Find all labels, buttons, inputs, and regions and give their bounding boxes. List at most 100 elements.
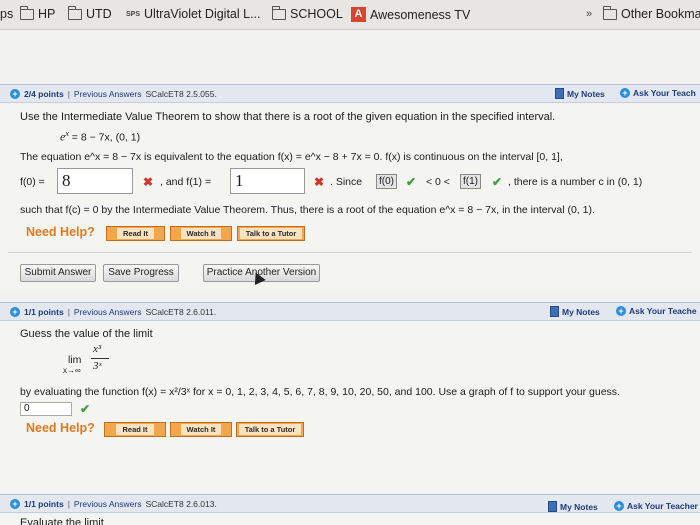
plus-icon: + xyxy=(620,88,630,98)
question-header: + 2/4 points | Previous Answers SCalcET8… xyxy=(0,84,700,103)
previous-answers-link[interactable]: Previous Answers xyxy=(74,89,142,99)
read-it-button[interactable]: Read It xyxy=(104,422,166,437)
need-help-label: Need Help? xyxy=(26,421,95,435)
watch-it-button[interactable]: Watch It xyxy=(170,422,232,437)
bookmark-ps[interactable]: ps xyxy=(0,7,13,21)
conclusion-line: such that f(c) = 0 by the Intermediate V… xyxy=(20,204,595,216)
f0-select[interactable]: f(0) xyxy=(376,174,397,189)
bookmark-hp[interactable]: HP xyxy=(20,5,56,21)
f1-select[interactable]: f(1) xyxy=(460,174,481,189)
previous-answers-link[interactable]: Previous Answers xyxy=(74,307,142,317)
separator: | xyxy=(67,307,70,317)
my-notes-button[interactable]: My Notes xyxy=(555,88,605,99)
bookmark-label: Other Bookma xyxy=(621,7,700,21)
save-progress-button[interactable]: Save Progress xyxy=(103,264,179,282)
talk-to-tutor-button[interactable]: Talk to a Tutor xyxy=(236,422,304,437)
divider xyxy=(8,252,692,253)
ask-teacher-button[interactable]: + Ask Your Teach xyxy=(620,88,696,98)
f1-input[interactable]: 1 xyxy=(230,168,305,194)
f0-input[interactable]: 8 xyxy=(57,168,133,194)
my-notes-label: My Notes xyxy=(560,501,598,512)
my-notes-button[interactable]: My Notes xyxy=(548,501,598,512)
talk-to-tutor-label: Talk to a Tutor xyxy=(239,228,303,239)
plus-icon: + xyxy=(614,501,624,511)
talk-to-tutor-button[interactable]: Talk to a Tutor xyxy=(237,226,305,241)
incorrect-icon: ✖ xyxy=(314,175,325,189)
watch-it-button[interactable]: Watch It xyxy=(170,226,232,241)
read-it-label: Read It xyxy=(116,228,154,239)
plus-icon: + xyxy=(616,306,626,316)
separator: | xyxy=(67,499,70,509)
submit-answer-button[interactable]: Submit Answer xyxy=(20,264,96,282)
instruction-text: Use the Intermediate Value Theorem to sh… xyxy=(20,111,556,123)
bookmarks-bar: ps HP UTD SPS UltraViolet Digital L... SC… xyxy=(0,0,700,30)
ask-teacher-label: Ask Your Teach xyxy=(633,88,696,98)
talk-to-tutor-label: Talk to a Tutor xyxy=(238,424,302,435)
bookmarks-overflow-chevron[interactable]: » xyxy=(586,8,592,20)
fraction-bar xyxy=(91,358,109,359)
bookmark-school[interactable]: SCHOOL xyxy=(272,5,343,21)
since-label: . Since xyxy=(330,176,363,188)
bookmark-label: SCHOOL xyxy=(290,7,343,21)
question-header: + 1/1 points | Previous Answers SCalcET8… xyxy=(0,494,700,513)
notebook-icon xyxy=(550,306,559,317)
read-it-label: Read It xyxy=(116,424,154,435)
expand-icon[interactable]: + xyxy=(10,307,20,317)
question-code: SCalcET8 2.6.011. xyxy=(145,307,217,317)
watch-it-label: Watch It xyxy=(180,424,222,435)
evaluation-text: by evaluating the function f(x) = x²/3ˣ … xyxy=(20,386,620,398)
bookmark-label: UTD xyxy=(86,7,112,21)
read-it-button[interactable]: Read It xyxy=(106,226,165,241)
bookmark-label: Awesomeness TV xyxy=(370,7,471,22)
awesomeness-icon: A xyxy=(351,7,366,22)
points-label: 2/4 points xyxy=(24,89,64,99)
inequality-label: < 0 < xyxy=(426,176,450,188)
sps-icon: SPS xyxy=(126,10,141,18)
folder-icon xyxy=(603,5,617,20)
equivalence-text: The equation e^x = 8 − 7x is equivalent … xyxy=(20,151,563,163)
question-header: + 1/1 points | Previous Answers SCalcET8… xyxy=(0,302,700,321)
separator: | xyxy=(67,89,70,99)
bookmark-label: ps xyxy=(0,7,14,21)
conclusion-text: , there is a number c in (0, 1) xyxy=(508,176,643,188)
points-label: 1/1 points xyxy=(24,499,64,509)
given-equation: ex = 8 − 7x, (0, 1) xyxy=(60,129,140,145)
bookmark-utd[interactable]: UTD xyxy=(68,5,112,21)
expand-icon[interactable]: + xyxy=(10,89,20,99)
expand-icon[interactable]: + xyxy=(10,499,20,509)
notebook-icon xyxy=(548,501,557,512)
points-label: 1/1 points xyxy=(24,307,64,317)
my-notes-label: My Notes xyxy=(567,88,605,99)
bookmark-label: UltraViolet Digital L... xyxy=(144,7,261,21)
ask-teacher-label: Ask Your Teacher xyxy=(627,501,698,511)
incorrect-icon: ✖ xyxy=(143,175,154,189)
my-notes-button[interactable]: My Notes xyxy=(550,306,600,317)
ask-teacher-button[interactable]: + Ask Your Teache xyxy=(616,306,697,316)
prompt-text: Evaluate the limit xyxy=(20,517,104,525)
need-help-label: Need Help? xyxy=(26,225,95,239)
watch-it-label: Watch It xyxy=(180,228,222,239)
folder-icon xyxy=(272,5,286,20)
lim-subscript: x→∞ xyxy=(63,366,81,375)
prompt-text: Guess the value of the limit xyxy=(20,328,153,340)
bookmark-awesomeness-tv[interactable]: A Awesomeness TV xyxy=(351,7,470,22)
folder-icon xyxy=(20,5,34,20)
correct-icon: ✔ xyxy=(406,175,417,189)
question-body: Evaluate the limit xyxy=(0,514,700,525)
correct-icon: ✔ xyxy=(492,175,503,189)
question-code: SCalcET8 2.6.013. xyxy=(145,499,217,509)
f1-label: , and f(1) = xyxy=(160,176,212,188)
bookmark-ultraviolet[interactable]: SPS UltraViolet Digital L... xyxy=(126,7,261,21)
previous-answers-link[interactable]: Previous Answers xyxy=(74,499,142,509)
folder-icon xyxy=(68,5,82,20)
notebook-icon xyxy=(555,88,564,99)
question-code: SCalcET8 2.5.055. xyxy=(145,89,217,99)
bookmark-label: HP xyxy=(38,7,56,21)
ask-teacher-button[interactable]: + Ask Your Teacher xyxy=(614,501,698,511)
f0-label: f(0) = xyxy=(20,176,45,188)
fraction-numerator: x³ xyxy=(93,343,102,355)
bookmark-other[interactable]: Other Bookma xyxy=(603,5,700,21)
fraction-denominator: 3ˣ xyxy=(93,360,102,372)
limit-answer-field[interactable]: 0 xyxy=(20,402,72,416)
my-notes-label: My Notes xyxy=(562,306,600,317)
